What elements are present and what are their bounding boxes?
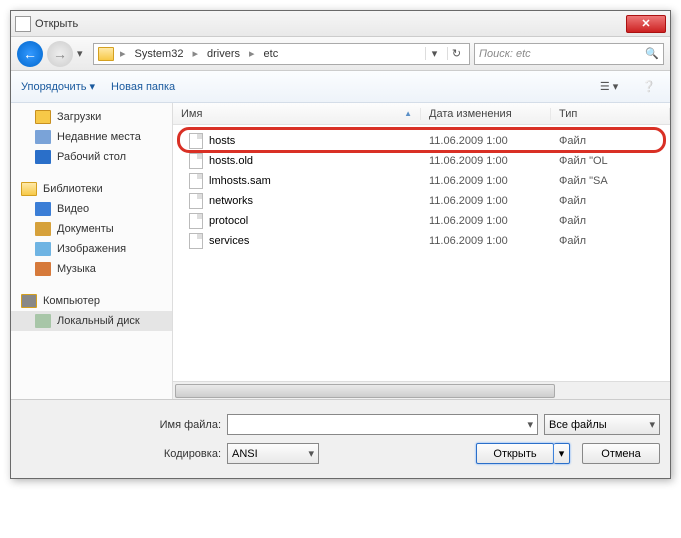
breadcrumb-sep-icon[interactable]: ▸ (190, 47, 200, 60)
sidebar-item-pictures[interactable]: Изображения (11, 239, 172, 259)
open-button[interactable]: Открыть (476, 443, 554, 464)
file-type: Файл (551, 195, 670, 207)
toolbar: Упорядочить ▾ Новая папка ☰ ▾ ❔ (11, 71, 670, 103)
file-row[interactable]: protocol 11.06.2009 1:00Файл (173, 209, 670, 229)
file-name: services (209, 235, 249, 247)
cancel-button[interactable]: Отмена (582, 443, 660, 464)
breadcrumb-sep-icon[interactable]: ▸ (118, 47, 128, 60)
help-button[interactable]: ❔ (638, 80, 660, 93)
address-bar[interactable]: ▸ System32 ▸ drivers ▸ etc ▾ ↻ (93, 43, 470, 65)
col-date[interactable]: Дата изменения (421, 108, 551, 120)
search-icon: 🔍 (645, 47, 659, 60)
chevron-down-icon[interactable]: ▾ (523, 418, 533, 431)
file-name: hosts.old (209, 155, 253, 167)
bottom-panel: Имя файла: ▾ Все файлы▾ Кодировка: ANSI▾… (11, 399, 670, 478)
sidebar-item-recent[interactable]: Недавние места (11, 127, 172, 147)
nav-history-dropdown[interactable]: ▾ (77, 47, 89, 60)
file-icon (189, 193, 203, 209)
navbar: ← → ▾ ▸ System32 ▸ drivers ▸ etc ▾ ↻ Пои… (11, 37, 670, 71)
file-name: protocol (209, 215, 248, 227)
new-folder-button[interactable]: Новая папка (111, 81, 175, 93)
sidebar-item-disk[interactable]: Локальный диск (11, 311, 172, 331)
col-name[interactable]: Имя▲ (173, 108, 421, 120)
column-headers: Имя▲ Дата изменения Тип (173, 103, 670, 125)
sidebar-item-desktop[interactable]: Рабочий стол (11, 147, 172, 167)
window-title: Открыть (35, 18, 626, 30)
sort-asc-icon: ▲ (404, 109, 412, 118)
breadcrumb-sep-icon[interactable]: ▸ (247, 47, 257, 60)
organize-button[interactable]: Упорядочить ▾ (21, 80, 95, 93)
file-row[interactable]: lmhosts.sam 11.06.2009 1:00Файл "SA (173, 169, 670, 189)
encoding-label: Кодировка: (21, 448, 221, 460)
file-pane: Имя▲ Дата изменения Тип hosts 11.06.2009 … (173, 103, 670, 399)
address-dropdown[interactable]: ▾ (425, 47, 443, 60)
file-date: 11.06.2009 1:00 (421, 195, 551, 207)
file-name: lmhosts.sam (209, 175, 271, 187)
file-name: hosts (209, 135, 235, 147)
forward-button[interactable]: → (47, 41, 73, 67)
search-placeholder: Поиск: etc (479, 48, 645, 60)
sidebar-item-videos[interactable]: Видео (11, 199, 172, 219)
titlebar: Открыть ✕ (11, 11, 670, 37)
breadcrumb-item[interactable]: drivers (204, 48, 243, 60)
sidebar-item-documents[interactable]: Документы (11, 219, 172, 239)
chevron-down-icon[interactable]: ▾ (645, 418, 655, 431)
file-date: 11.06.2009 1:00 (421, 175, 551, 187)
file-icon (189, 213, 203, 229)
file-date: 11.06.2009 1:00 (421, 155, 551, 167)
notepad-icon (15, 16, 31, 32)
chevron-down-icon[interactable]: ▾ (304, 447, 314, 460)
file-date: 11.06.2009 1:00 (421, 215, 551, 227)
open-dialog: Открыть ✕ ← → ▾ ▸ System32 ▸ drivers ▸ e… (10, 10, 671, 479)
body: Загрузки Недавние места Рабочий стол Биб… (11, 103, 670, 399)
folder-icon (98, 47, 114, 61)
sidebar-item-downloads[interactable]: Загрузки (11, 107, 172, 127)
breadcrumb-item[interactable]: System32 (132, 48, 187, 60)
sidebar-item-music[interactable]: Музыка (11, 259, 172, 279)
file-type: Файл "OL (551, 155, 670, 167)
sidebar-libraries[interactable]: Библиотеки (11, 179, 172, 199)
horizontal-scrollbar[interactable] (173, 381, 670, 399)
open-split-dropdown[interactable]: ▾ (554, 443, 570, 464)
file-icon (189, 173, 203, 189)
file-date: 11.06.2009 1:00 (421, 135, 551, 147)
refresh-button[interactable]: ↻ (447, 47, 465, 60)
back-button[interactable]: ← (17, 41, 43, 67)
col-type[interactable]: Тип (551, 108, 670, 120)
search-input[interactable]: Поиск: etc 🔍 (474, 43, 664, 65)
file-row[interactable]: hosts.old 11.06.2009 1:00Файл "OL (173, 149, 670, 169)
file-icon (189, 133, 203, 149)
file-type: Файл (551, 215, 670, 227)
file-icon (189, 233, 203, 249)
file-type: Файл "SA (551, 175, 670, 187)
filetype-filter[interactable]: Все файлы▾ (544, 414, 660, 435)
filename-label: Имя файла: (21, 419, 221, 431)
file-icon (189, 153, 203, 169)
view-button[interactable]: ☰ ▾ (596, 80, 622, 93)
close-button[interactable]: ✕ (626, 15, 666, 33)
filename-input[interactable]: ▾ (227, 414, 538, 435)
file-row[interactable]: hosts 11.06.2009 1:00Файл (173, 129, 670, 149)
sidebar: Загрузки Недавние места Рабочий стол Биб… (11, 103, 173, 399)
file-row[interactable]: networks 11.06.2009 1:00Файл (173, 189, 670, 209)
file-row[interactable]: services 11.06.2009 1:00Файл (173, 229, 670, 249)
file-type: Файл (551, 135, 670, 147)
encoding-select[interactable]: ANSI▾ (227, 443, 319, 464)
sidebar-computer[interactable]: Компьютер (11, 291, 172, 311)
file-date: 11.06.2009 1:00 (421, 235, 551, 247)
breadcrumb-item[interactable]: etc (261, 48, 282, 60)
file-list: hosts11.06.2009 1:00Файлhosts.old11.06.2… (173, 125, 670, 381)
file-type: Файл (551, 235, 670, 247)
file-name: networks (209, 195, 253, 207)
